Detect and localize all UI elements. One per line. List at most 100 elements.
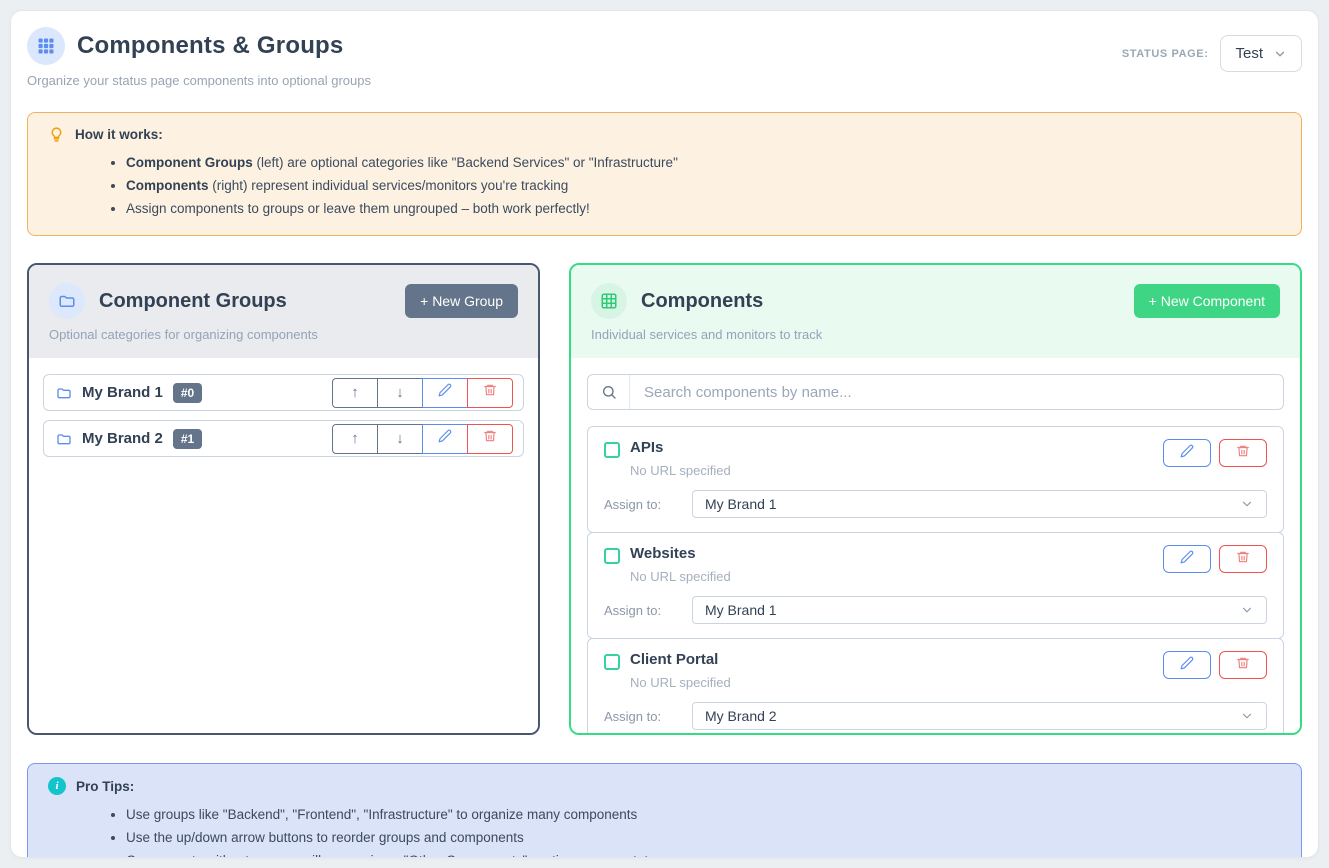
component-actions xyxy=(1163,439,1267,467)
edit-component-button[interactable] xyxy=(1163,545,1211,573)
pencil-icon xyxy=(438,429,452,448)
chevron-down-icon xyxy=(1240,497,1254,511)
components-panel-subtitle: Individual services and monitors to trac… xyxy=(591,327,1280,342)
status-page-selector: STATUS PAGE: Test xyxy=(1122,35,1302,72)
arrow-down-icon: ↓ xyxy=(396,430,404,447)
groups-panel-header-top: Component Groups + New Group xyxy=(49,283,518,319)
component-search xyxy=(587,374,1284,410)
status-page-dropdown[interactable]: Test xyxy=(1220,35,1302,72)
pencil-icon xyxy=(1180,550,1194,569)
trash-icon xyxy=(1236,444,1250,463)
bullet-text: Assign components to groups or leave the… xyxy=(126,201,590,216)
assigned-group-value: My Brand 2 xyxy=(705,708,777,724)
component-card-top: Client Portal No URL specified xyxy=(604,651,1267,690)
edit-group-button[interactable] xyxy=(422,424,468,454)
delete-group-button[interactable] xyxy=(467,378,513,408)
edit-component-button[interactable] xyxy=(1163,439,1211,467)
chevron-down-icon xyxy=(1240,709,1254,723)
lightbulb-icon xyxy=(48,126,65,143)
component-name: APIs xyxy=(630,439,731,456)
pencil-icon xyxy=(438,383,452,402)
pro-tips-box: i Pro Tips: Use groups like "Backend", "… xyxy=(27,763,1302,858)
delete-component-button[interactable] xyxy=(1219,545,1267,573)
component-name: Websites xyxy=(630,545,731,562)
order-badge: #1 xyxy=(173,429,202,449)
new-component-button[interactable]: + New Component xyxy=(1134,284,1280,318)
status-page-value: Test xyxy=(1235,45,1263,62)
folder-icon xyxy=(49,283,85,319)
components-panel: Components + New Component Individual se… xyxy=(569,263,1302,735)
assign-row: Assign to: My Brand 2 xyxy=(604,702,1267,730)
groups-panel-subtitle: Optional categories for organizing compo… xyxy=(49,327,518,342)
search-icon xyxy=(588,375,630,409)
component-checkbox[interactable] xyxy=(604,548,620,564)
status-page-label: STATUS PAGE: xyxy=(1122,48,1209,60)
bullet-text: (right) represent individual services/mo… xyxy=(209,178,569,193)
pro-tip-bullet: Use groups like "Backend", "Frontend", "… xyxy=(126,803,1281,826)
assign-row: Assign to: My Brand 1 xyxy=(604,490,1267,518)
how-it-works-title: How it works: xyxy=(75,127,163,142)
assign-group-select[interactable]: My Brand 1 xyxy=(692,596,1267,624)
component-card: Client Portal No URL specified xyxy=(587,638,1284,735)
component-info: APIs No URL specified xyxy=(630,439,731,478)
delete-group-button[interactable] xyxy=(467,424,513,454)
page-header: Components & Groups Organize your status… xyxy=(27,27,1302,88)
bullet-text: (left) are optional categories like "Bac… xyxy=(253,155,678,170)
assign-label: Assign to: xyxy=(604,497,692,512)
trash-icon xyxy=(1236,550,1250,569)
component-card-list: APIs No URL specified xyxy=(587,426,1284,735)
component-checkbox[interactable] xyxy=(604,654,620,670)
panels-row: Component Groups + New Group Optional ca… xyxy=(27,263,1302,735)
component-card-top: APIs No URL specified xyxy=(604,439,1267,478)
chevron-down-icon xyxy=(1273,47,1287,61)
component-card: APIs No URL specified xyxy=(587,426,1284,533)
assign-label: Assign to: xyxy=(604,709,692,724)
bullet-bold: Components xyxy=(126,178,209,193)
trash-icon xyxy=(1236,656,1250,675)
assigned-group-value: My Brand 1 xyxy=(705,496,777,512)
group-name: My Brand 1 xyxy=(82,384,163,401)
components-panel-header-top: Components + New Component xyxy=(591,283,1280,319)
assign-group-select[interactable]: My Brand 1 xyxy=(692,490,1267,518)
move-up-button[interactable]: ↑ xyxy=(332,424,378,454)
pro-tip-bullet: Components without a group will appear i… xyxy=(126,849,1281,858)
component-card-top: Websites No URL specified xyxy=(604,545,1267,584)
arrow-up-icon: ↑ xyxy=(351,384,359,401)
bullet-bold: Component Groups xyxy=(126,155,253,170)
apps-grid-icon xyxy=(27,27,65,65)
group-row-actions: ↑ ↓ xyxy=(332,424,513,454)
group-row: My Brand 2 #1 ↑ ↓ xyxy=(43,420,524,457)
search-input[interactable] xyxy=(630,375,1283,409)
component-info: Websites No URL specified xyxy=(630,545,731,584)
components-panel-body: APIs No URL specified xyxy=(571,358,1300,735)
group-name: My Brand 2 xyxy=(82,430,163,447)
how-it-works-bullet: Component Groups (left) are optional cat… xyxy=(126,151,1281,174)
component-url-note: No URL specified xyxy=(630,463,731,478)
how-it-works-bullet: Assign components to groups or leave the… xyxy=(126,197,1281,220)
component-url-note: No URL specified xyxy=(630,569,731,584)
delete-component-button[interactable] xyxy=(1219,439,1267,467)
move-up-button[interactable]: ↑ xyxy=(332,378,378,408)
component-checkbox[interactable] xyxy=(604,442,620,458)
assign-group-select[interactable]: My Brand 2 xyxy=(692,702,1267,730)
page-subtitle: Organize your status page components int… xyxy=(27,73,371,88)
assign-row: Assign to: My Brand 1 xyxy=(604,596,1267,624)
assigned-group-value: My Brand 1 xyxy=(705,602,777,618)
component-groups-panel: Component Groups + New Group Optional ca… xyxy=(27,263,540,735)
chevron-down-icon xyxy=(1240,603,1254,617)
move-down-button[interactable]: ↓ xyxy=(377,424,423,454)
component-url-note: No URL specified xyxy=(630,675,731,690)
edit-group-button[interactable] xyxy=(422,378,468,408)
new-group-button[interactable]: + New Group xyxy=(405,284,518,318)
delete-component-button[interactable] xyxy=(1219,651,1267,679)
title-row: Components & Groups xyxy=(27,27,371,65)
edit-component-button[interactable] xyxy=(1163,651,1211,679)
move-down-button[interactable]: ↓ xyxy=(377,378,423,408)
pro-tips-title: Pro Tips: xyxy=(76,779,134,794)
how-it-works-box: How it works: Component Groups (left) ar… xyxy=(27,112,1302,236)
pencil-icon xyxy=(1180,656,1194,675)
trash-icon xyxy=(483,383,497,402)
groups-panel-header: Component Groups + New Group Optional ca… xyxy=(29,265,538,358)
component-card: Websites No URL specified xyxy=(587,532,1284,639)
page-title: Components & Groups xyxy=(77,32,343,60)
